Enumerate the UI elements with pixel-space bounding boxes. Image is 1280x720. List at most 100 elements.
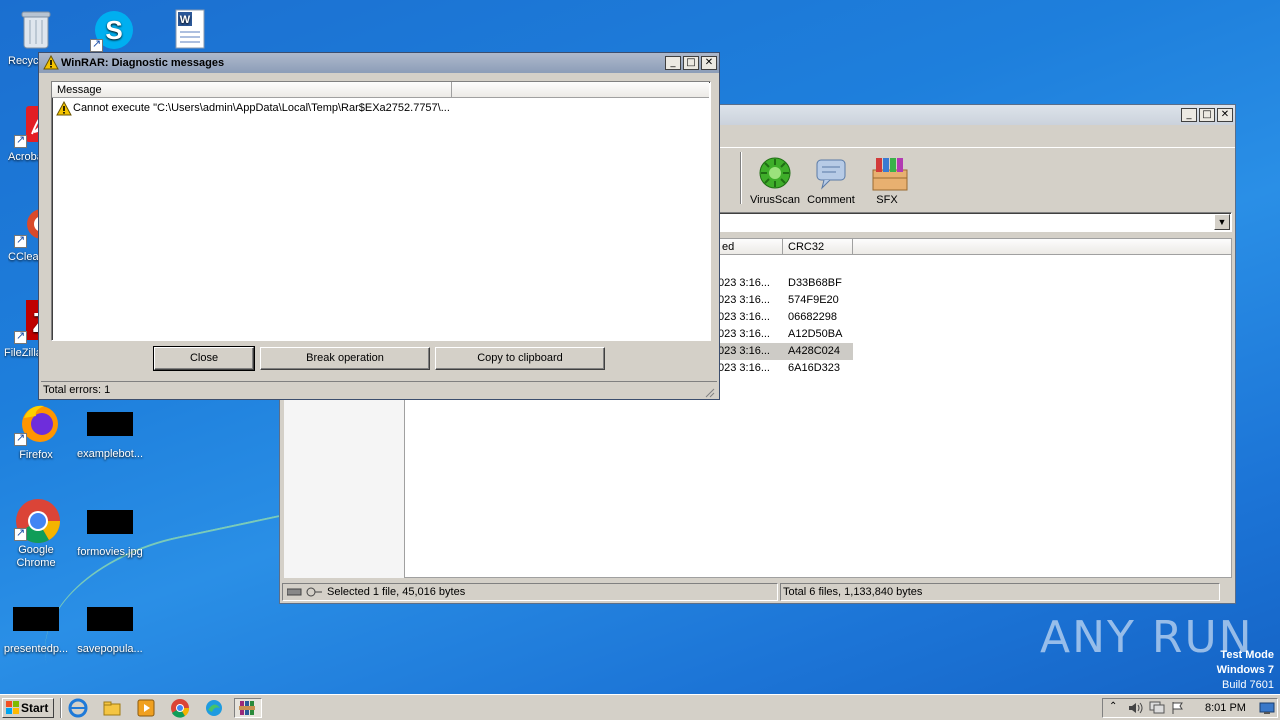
winrar-taskbar-button[interactable]: [234, 698, 262, 718]
system-tray: ⌃ 8:01 PM: [1102, 698, 1278, 718]
close-button[interactable]: ✕: [1217, 108, 1233, 122]
toolbar-virusscan-button[interactable]: VirusScan: [747, 156, 803, 206]
minimize-button[interactable]: _: [1181, 108, 1197, 122]
test-mode-label: Test Mode Windows 7 Build 7601: [1217, 648, 1274, 693]
maximize-button[interactable]: □: [1199, 108, 1215, 122]
file-thumbnail: [87, 607, 133, 631]
taskbar-separator: [60, 698, 62, 718]
cell-modified: 023 3:16...: [718, 362, 770, 374]
desktop-icon-label: FileZilla Client: [4, 347, 42, 359]
show-desktop-icon[interactable]: [1259, 701, 1275, 718]
desktop-icon-examplebot[interactable]: examplebot...: [74, 402, 146, 461]
desktop-icon-label: Google Chrome: [16, 544, 56, 569]
message-text: Cannot execute "C:\Users\admin\AppData\L…: [73, 102, 450, 114]
desktop-icon-firefox[interactable]: Firefox: [0, 402, 72, 462]
shortcut-arrow-icon: [14, 330, 27, 344]
file-thumbnail: [13, 607, 59, 631]
dialog-status-bar: Total errors: 1: [41, 381, 717, 398]
desktop-icon-presentedp[interactable]: presentedp...: [0, 597, 72, 656]
chrome-taskbar-icon[interactable]: [170, 698, 192, 718]
network-icon[interactable]: [1149, 701, 1165, 718]
cell-crc: 574F9E20: [788, 294, 839, 306]
shortcut-arrow-icon: [14, 432, 27, 446]
desktop-icon-label: savepopula...: [77, 643, 143, 655]
shortcut-arrow-icon: [14, 134, 27, 148]
diagnostic-titlebar[interactable]: WinRAR: Diagnostic messages _ □ ✕: [39, 53, 719, 73]
test-mode-line2: Windows 7: [1216, 664, 1274, 676]
total-errors-text: Total errors: 1: [43, 384, 111, 396]
toolbar-sfx-button[interactable]: SFX: [859, 156, 915, 206]
desktop-icon-savepopula[interactable]: savepopula...: [74, 597, 146, 656]
column-header-empty: [853, 239, 1231, 255]
file-thumbnail: [87, 412, 133, 436]
close-button[interactable]: ✕: [701, 56, 717, 70]
file-thumbnail: [87, 510, 133, 534]
windows-logo-icon: [6, 701, 20, 720]
firefox-icon: [14, 402, 58, 446]
shortcut-arrow-icon: [14, 234, 27, 248]
cell-crc: 06682298: [788, 311, 837, 323]
column-header-modified[interactable]: ed: [717, 239, 783, 255]
virusscan-icon: [758, 156, 792, 190]
ie-icon[interactable]: [68, 698, 90, 718]
cell-modified: 023 3:16...: [718, 311, 770, 323]
close-dialog-button[interactable]: Close: [153, 346, 255, 371]
maximize-button[interactable]: □: [683, 56, 699, 70]
column-header-message[interactable]: Message: [52, 82, 452, 98]
chrome-icon: [14, 497, 60, 543]
drive-key-icon: [286, 587, 323, 597]
dialog-title: WinRAR: Diagnostic messages: [61, 57, 225, 69]
cell-modified: 023 3:16...: [718, 345, 770, 357]
column-header-empty: [452, 82, 709, 98]
cell-modified: 023 3:16...: [718, 328, 770, 340]
cell-modified: 023 3:16...: [718, 277, 770, 289]
test-mode-line1: Test Mode: [1220, 649, 1274, 661]
media-player-icon[interactable]: [136, 698, 158, 718]
resize-grip-icon[interactable]: [703, 386, 715, 398]
desktop-icon-skype[interactable]: S: [76, 8, 148, 55]
start-label: Start: [21, 701, 49, 715]
cell-crc: D33B68BF: [788, 277, 842, 289]
warning-icon: [43, 54, 59, 73]
message-list[interactable]: Message Cannot execute "C:\Users\admin\A…: [51, 81, 711, 341]
status-left: Selected 1 file, 45,016 bytes: [282, 583, 778, 601]
desktop-icon-label: Firefox: [19, 449, 53, 461]
clock[interactable]: 8:01 PM: [1205, 702, 1246, 714]
comment-icon: [814, 156, 848, 190]
desktop-icon-google-chrome[interactable]: Google Chrome: [0, 497, 72, 570]
message-row[interactable]: Cannot execute "C:\Users\admin\AppData\L…: [56, 100, 706, 119]
cell-crc: A12D50BA: [788, 328, 843, 340]
warning-icon: [56, 100, 72, 119]
start-button[interactable]: Start: [2, 698, 54, 718]
diagnostic-dialog[interactable]: WinRAR: Diagnostic messages _ □ ✕ Messag…: [38, 52, 720, 400]
edge-icon[interactable]: [204, 698, 226, 718]
action-center-flag-icon[interactable]: [1171, 701, 1185, 718]
desktop-icon-word-document[interactable]: W: [150, 8, 222, 55]
status-selection-text: Selected 1 file, 45,016 bytes: [327, 586, 466, 598]
copy-to-clipboard-button[interactable]: Copy to clipboard: [435, 347, 605, 370]
shortcut-arrow-icon: [14, 527, 27, 541]
svg-text:W: W: [180, 14, 191, 26]
winrar-icon: [239, 700, 257, 719]
status-right: Total 6 files, 1,133,840 bytes: [780, 583, 1220, 601]
recycle-bin-icon: [14, 8, 58, 52]
taskbar: Start ⌃ 8:01 PM: [0, 694, 1280, 720]
show-hidden-icons-icon[interactable]: ⌃: [1109, 701, 1117, 712]
cell-modified: 023 3:16...: [718, 294, 770, 306]
cell-crc: 6A16D323: [788, 362, 840, 374]
break-operation-button[interactable]: Break operation: [260, 347, 430, 370]
svg-text:S: S: [105, 15, 122, 45]
toolbar-label: Comment: [807, 194, 855, 206]
desktop-icon-formovies[interactable]: formovies.jpg: [74, 500, 146, 559]
desktop-icon-label: examplebot...: [76, 448, 144, 460]
desktop-icon-label: presentedp...: [3, 643, 69, 655]
toolbar-comment-button[interactable]: Comment: [803, 156, 859, 206]
test-mode-line3: Build 7601: [1222, 679, 1274, 691]
column-header-crc32[interactable]: CRC32: [783, 239, 853, 255]
cell-crc: A428C024: [788, 345, 840, 357]
minimize-button[interactable]: _: [665, 56, 681, 70]
toolbar-label: SFX: [876, 194, 898, 206]
volume-icon[interactable]: [1127, 701, 1143, 718]
explorer-icon[interactable]: [102, 698, 124, 718]
chevron-down-icon[interactable]: ▼: [1214, 214, 1230, 230]
